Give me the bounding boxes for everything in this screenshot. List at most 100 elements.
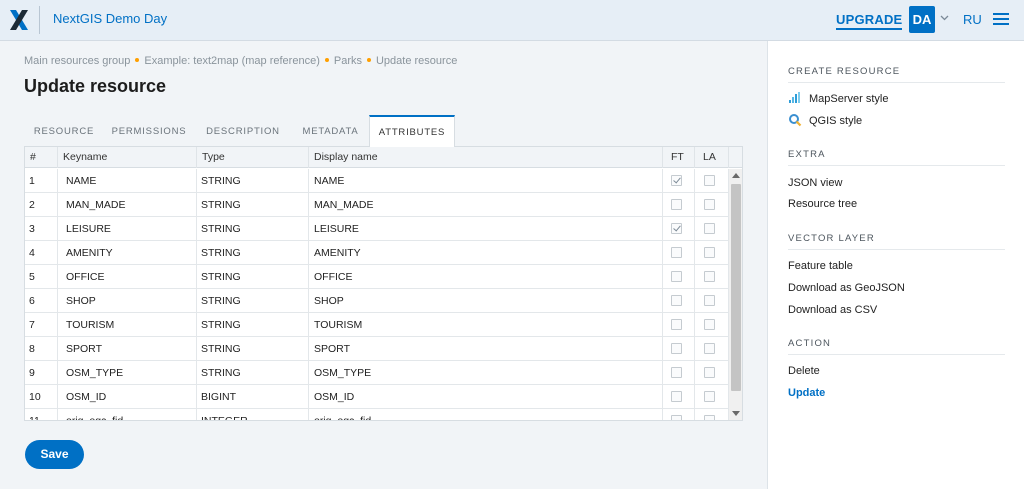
- table-row[interactable]: 7 TOURISM STRING TOURISM: [25, 313, 729, 337]
- create-mapserver-style-link[interactable]: MapServer style: [809, 93, 888, 105]
- cell-type[interactable]: STRING: [197, 217, 309, 241]
- cell-display-name[interactable]: MAN_MADE: [309, 193, 663, 217]
- cell-keyname[interactable]: AMENITY: [58, 241, 197, 265]
- resource-tree-link[interactable]: Resource tree: [788, 198, 857, 210]
- grid-scrollbar[interactable]: [729, 169, 742, 420]
- cell-type[interactable]: STRING: [197, 241, 309, 265]
- ft-checkbox[interactable]: [671, 223, 682, 234]
- cell-type[interactable]: STRING: [197, 169, 309, 193]
- cell-keyname[interactable]: MAN_MADE: [58, 193, 197, 217]
- cell-type[interactable]: INTEGER: [197, 409, 309, 420]
- la-checkbox[interactable]: [704, 415, 715, 420]
- json-view-link[interactable]: JSON view: [788, 177, 842, 189]
- cell-keyname[interactable]: TOURISM: [58, 313, 197, 337]
- tab-attributes[interactable]: ATTRIBUTES: [369, 115, 455, 148]
- download-geojson-link[interactable]: Download as GeoJSON: [788, 282, 905, 294]
- chevron-down-icon[interactable]: [940, 13, 949, 22]
- scroll-up-arrow-icon[interactable]: [732, 173, 740, 178]
- update-action-link[interactable]: Update: [788, 387, 825, 399]
- ft-checkbox[interactable]: [671, 343, 682, 354]
- cell-display-name[interactable]: orig_ogc_fid: [309, 409, 663, 420]
- scroll-down-arrow-icon[interactable]: [732, 411, 740, 416]
- table-row[interactable]: 2 MAN_MADE STRING MAN_MADE: [25, 193, 729, 217]
- breadcrumb-item[interactable]: Main resources group: [24, 55, 130, 67]
- table-row[interactable]: 5 OFFICE STRING OFFICE: [25, 265, 729, 289]
- ft-checkbox[interactable]: [671, 319, 682, 330]
- cell-display-name[interactable]: SHOP: [309, 289, 663, 313]
- tab-resource[interactable]: RESOURCE: [24, 115, 104, 147]
- column-header-keyname[interactable]: Keyname: [58, 147, 197, 168]
- delete-action-link[interactable]: Delete: [788, 365, 820, 377]
- ft-checkbox[interactable]: [671, 391, 682, 402]
- la-checkbox[interactable]: [704, 367, 715, 378]
- table-row[interactable]: 3 LEISURE STRING LEISURE: [25, 217, 729, 241]
- download-csv-link[interactable]: Download as CSV: [788, 304, 877, 316]
- la-checkbox[interactable]: [704, 175, 715, 186]
- nextgis-logo-icon[interactable]: [9, 9, 29, 31]
- app-title[interactable]: NextGIS Demo Day: [53, 11, 167, 26]
- cell-display-name[interactable]: LEISURE: [309, 217, 663, 241]
- upgrade-link[interactable]: UPGRADE: [836, 12, 903, 30]
- scrollbar-thumb[interactable]: [731, 184, 741, 391]
- table-row[interactable]: 8 SPORT STRING SPORT: [25, 337, 729, 361]
- tab-description[interactable]: DESCRIPTION: [194, 115, 292, 147]
- cell-display-name[interactable]: TOURISM: [309, 313, 663, 337]
- create-qgis-style-link[interactable]: QGIS style: [809, 115, 862, 127]
- la-checkbox[interactable]: [704, 247, 715, 258]
- la-checkbox[interactable]: [704, 223, 715, 234]
- ft-checkbox[interactable]: [671, 199, 682, 210]
- ft-checkbox[interactable]: [671, 175, 682, 186]
- cell-keyname[interactable]: OSM_TYPE: [58, 361, 197, 385]
- table-row[interactable]: 9 OSM_TYPE STRING OSM_TYPE: [25, 361, 729, 385]
- cell-keyname[interactable]: OSM_ID: [58, 385, 197, 409]
- breadcrumb-item[interactable]: Example: text2map (map reference): [144, 55, 319, 67]
- cell-type[interactable]: STRING: [197, 265, 309, 289]
- cell-type[interactable]: STRING: [197, 361, 309, 385]
- table-row[interactable]: 10 OSM_ID BIGINT OSM_ID: [25, 385, 729, 409]
- ft-checkbox[interactable]: [671, 295, 682, 306]
- cell-display-name[interactable]: SPORT: [309, 337, 663, 361]
- ft-checkbox[interactable]: [671, 415, 682, 420]
- cell-keyname[interactable]: OFFICE: [58, 265, 197, 289]
- cell-keyname[interactable]: SPORT: [58, 337, 197, 361]
- cell-keyname[interactable]: SHOP: [58, 289, 197, 313]
- cell-display-name[interactable]: OSM_ID: [309, 385, 663, 409]
- cell-keyname[interactable]: LEISURE: [58, 217, 197, 241]
- ft-checkbox[interactable]: [671, 271, 682, 282]
- ft-checkbox[interactable]: [671, 367, 682, 378]
- cell-type[interactable]: BIGINT: [197, 385, 309, 409]
- la-checkbox[interactable]: [704, 391, 715, 402]
- cell-keyname[interactable]: orig_ogc_fid: [58, 409, 197, 420]
- tab-metadata[interactable]: METADATA: [292, 115, 369, 147]
- cell-type[interactable]: STRING: [197, 289, 309, 313]
- la-checkbox[interactable]: [704, 319, 715, 330]
- column-header-ft[interactable]: FT: [663, 147, 695, 168]
- breadcrumb-item[interactable]: Parks: [334, 55, 362, 67]
- cell-keyname[interactable]: NAME: [58, 169, 197, 193]
- cell-type[interactable]: STRING: [197, 313, 309, 337]
- la-checkbox[interactable]: [704, 295, 715, 306]
- hamburger-menu-icon[interactable]: [993, 13, 1009, 26]
- cell-type[interactable]: STRING: [197, 337, 309, 361]
- column-header-type[interactable]: Type: [197, 147, 309, 168]
- table-row[interactable]: 11 orig_ogc_fid INTEGER orig_ogc_fid: [25, 409, 729, 420]
- column-header-display-name[interactable]: Display name: [309, 147, 663, 168]
- language-switch[interactable]: RU: [963, 12, 982, 27]
- tab-permissions[interactable]: PERMISSIONS: [104, 115, 194, 147]
- table-row[interactable]: 1 NAME STRING NAME: [25, 169, 729, 193]
- cell-display-name[interactable]: OFFICE: [309, 265, 663, 289]
- table-row[interactable]: 4 AMENITY STRING AMENITY: [25, 241, 729, 265]
- feature-table-link[interactable]: Feature table: [788, 260, 853, 272]
- table-row[interactable]: 6 SHOP STRING SHOP: [25, 289, 729, 313]
- la-checkbox[interactable]: [704, 199, 715, 210]
- cell-display-name[interactable]: NAME: [309, 169, 663, 193]
- ft-checkbox[interactable]: [671, 247, 682, 258]
- cell-display-name[interactable]: AMENITY: [309, 241, 663, 265]
- cell-display-name[interactable]: OSM_TYPE: [309, 361, 663, 385]
- la-checkbox[interactable]: [704, 271, 715, 282]
- user-avatar[interactable]: DA: [909, 6, 935, 33]
- column-header-la[interactable]: LA: [695, 147, 729, 168]
- cell-type[interactable]: STRING: [197, 193, 309, 217]
- la-checkbox[interactable]: [704, 343, 715, 354]
- save-button[interactable]: Save: [25, 440, 84, 469]
